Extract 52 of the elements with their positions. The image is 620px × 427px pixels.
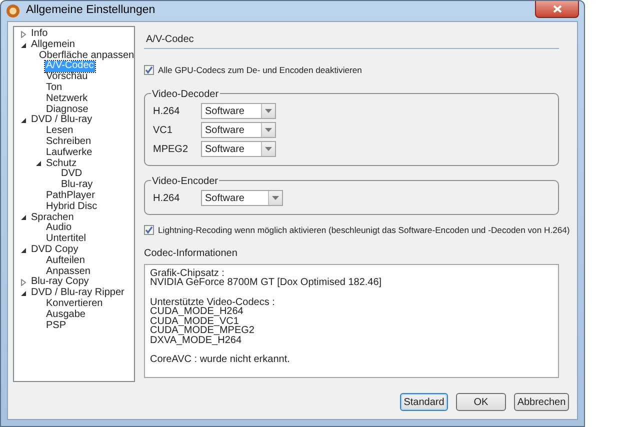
info-text-area[interactable]: Grafik-Chipsatz : NVIDIA GeForce 8700M GT [Dox Optimised 182.46] Unterstützte Video-Codecs : CUDA_MODE_H264 CUDA_MODE_VC1 CUDA_MODE_MPEG2 DXVA_MODE_H264 CoreAVC : wurde nicht erkannt. [144,264,559,378]
field-label: H.264 [153,192,181,206]
tree-item[interactable]: DVD [60,169,84,180]
section-title: A/V-Codec [144,30,559,49]
tree-item[interactable]: Aufteilen [45,256,86,267]
tree-item[interactable]: Laufwerke [45,148,94,159]
tree-item[interactable]: Lesen [45,126,74,137]
tree-item[interactable]: Netzwerk [45,94,89,105]
info-line: CUDA_MODE_H264 [150,307,244,317]
dropdown[interactable]: Software [201,122,276,138]
dropdown[interactable]: Software [201,103,276,120]
info-line: NVIDIA GeForce 8700M GT [Dox Optimised 182.46] [150,278,383,288]
tree-item[interactable]: Anpassen [45,266,92,278]
tree-item[interactable]: Audio [45,223,73,234]
checkbox-label: Lightning-Recoding wenn möglich aktivieren (beschleunigt das Software-Encoden und -Decoden von H.264) [158,224,570,237]
tree-item[interactable]: Konvertieren [45,298,104,310]
checkbox-label: Alle GPU-Codecs zum De- und Encoden deaktivieren [158,64,362,77]
tree-item[interactable]: Ton [45,82,64,94]
dropdown[interactable]: Software [201,141,276,158]
info-line: CoreAVC : wurde nicht erkannt. [150,355,291,365]
info-line: CUDA_MODE_MPEG2 [150,326,256,336]
dialog-button[interactable]: Abbrechen [514,393,569,411]
dialog-button[interactable]: Standard [400,393,448,411]
field-label: Codec-Informationen [144,246,238,261]
tree-item[interactable]: PSP [45,320,68,332]
dialog-button[interactable]: OK [456,393,506,411]
tree-item[interactable]: Diagnose [45,104,90,116]
field-label: H.264 [153,104,181,119]
tree-item[interactable]: Untertitel [45,234,88,245]
tree-item[interactable]: DVD / Blu-ray Ripper [30,288,126,299]
tree-item[interactable]: DVD / Blu-ray [30,115,94,126]
tree-item[interactable]: Info [30,29,49,40]
info-line: CUDA_MODE_VC1 [150,316,239,326]
tree-item[interactable]: Oberfläche anpassen [38,50,136,62]
tree-item[interactable]: Blu-ray [60,180,94,191]
tree-item[interactable]: Schutz [45,158,78,170]
tree-item[interactable]: PathPlayer [45,190,96,202]
tree-item[interactable]: Ausgabe [45,310,86,321]
info-line: DXVA_MODE_H264 [150,336,242,346]
info-line: Grafik-Chipsatz : [150,268,226,278]
window-title: Allgemeine Einstellungen [26,3,156,18]
tree-item[interactable]: Sprachen [30,212,75,224]
tree-item[interactable]: Blu-ray Copy [30,277,90,288]
tree-item[interactable]: DVD Copy [30,244,80,256]
tree-item[interactable]: Hybrid Disc [45,202,98,213]
dropdown[interactable]: Software [201,190,283,206]
field-label: VC1 [153,124,174,138]
tree-item[interactable]: Schreiben [45,136,92,148]
info-line: Unterstützte Video-Codecs : [150,298,276,308]
field-label: MPEG2 [153,142,190,157]
tree-item[interactable]: Allgemein [30,40,76,51]
tree-item[interactable]: Vorschau [45,72,89,83]
